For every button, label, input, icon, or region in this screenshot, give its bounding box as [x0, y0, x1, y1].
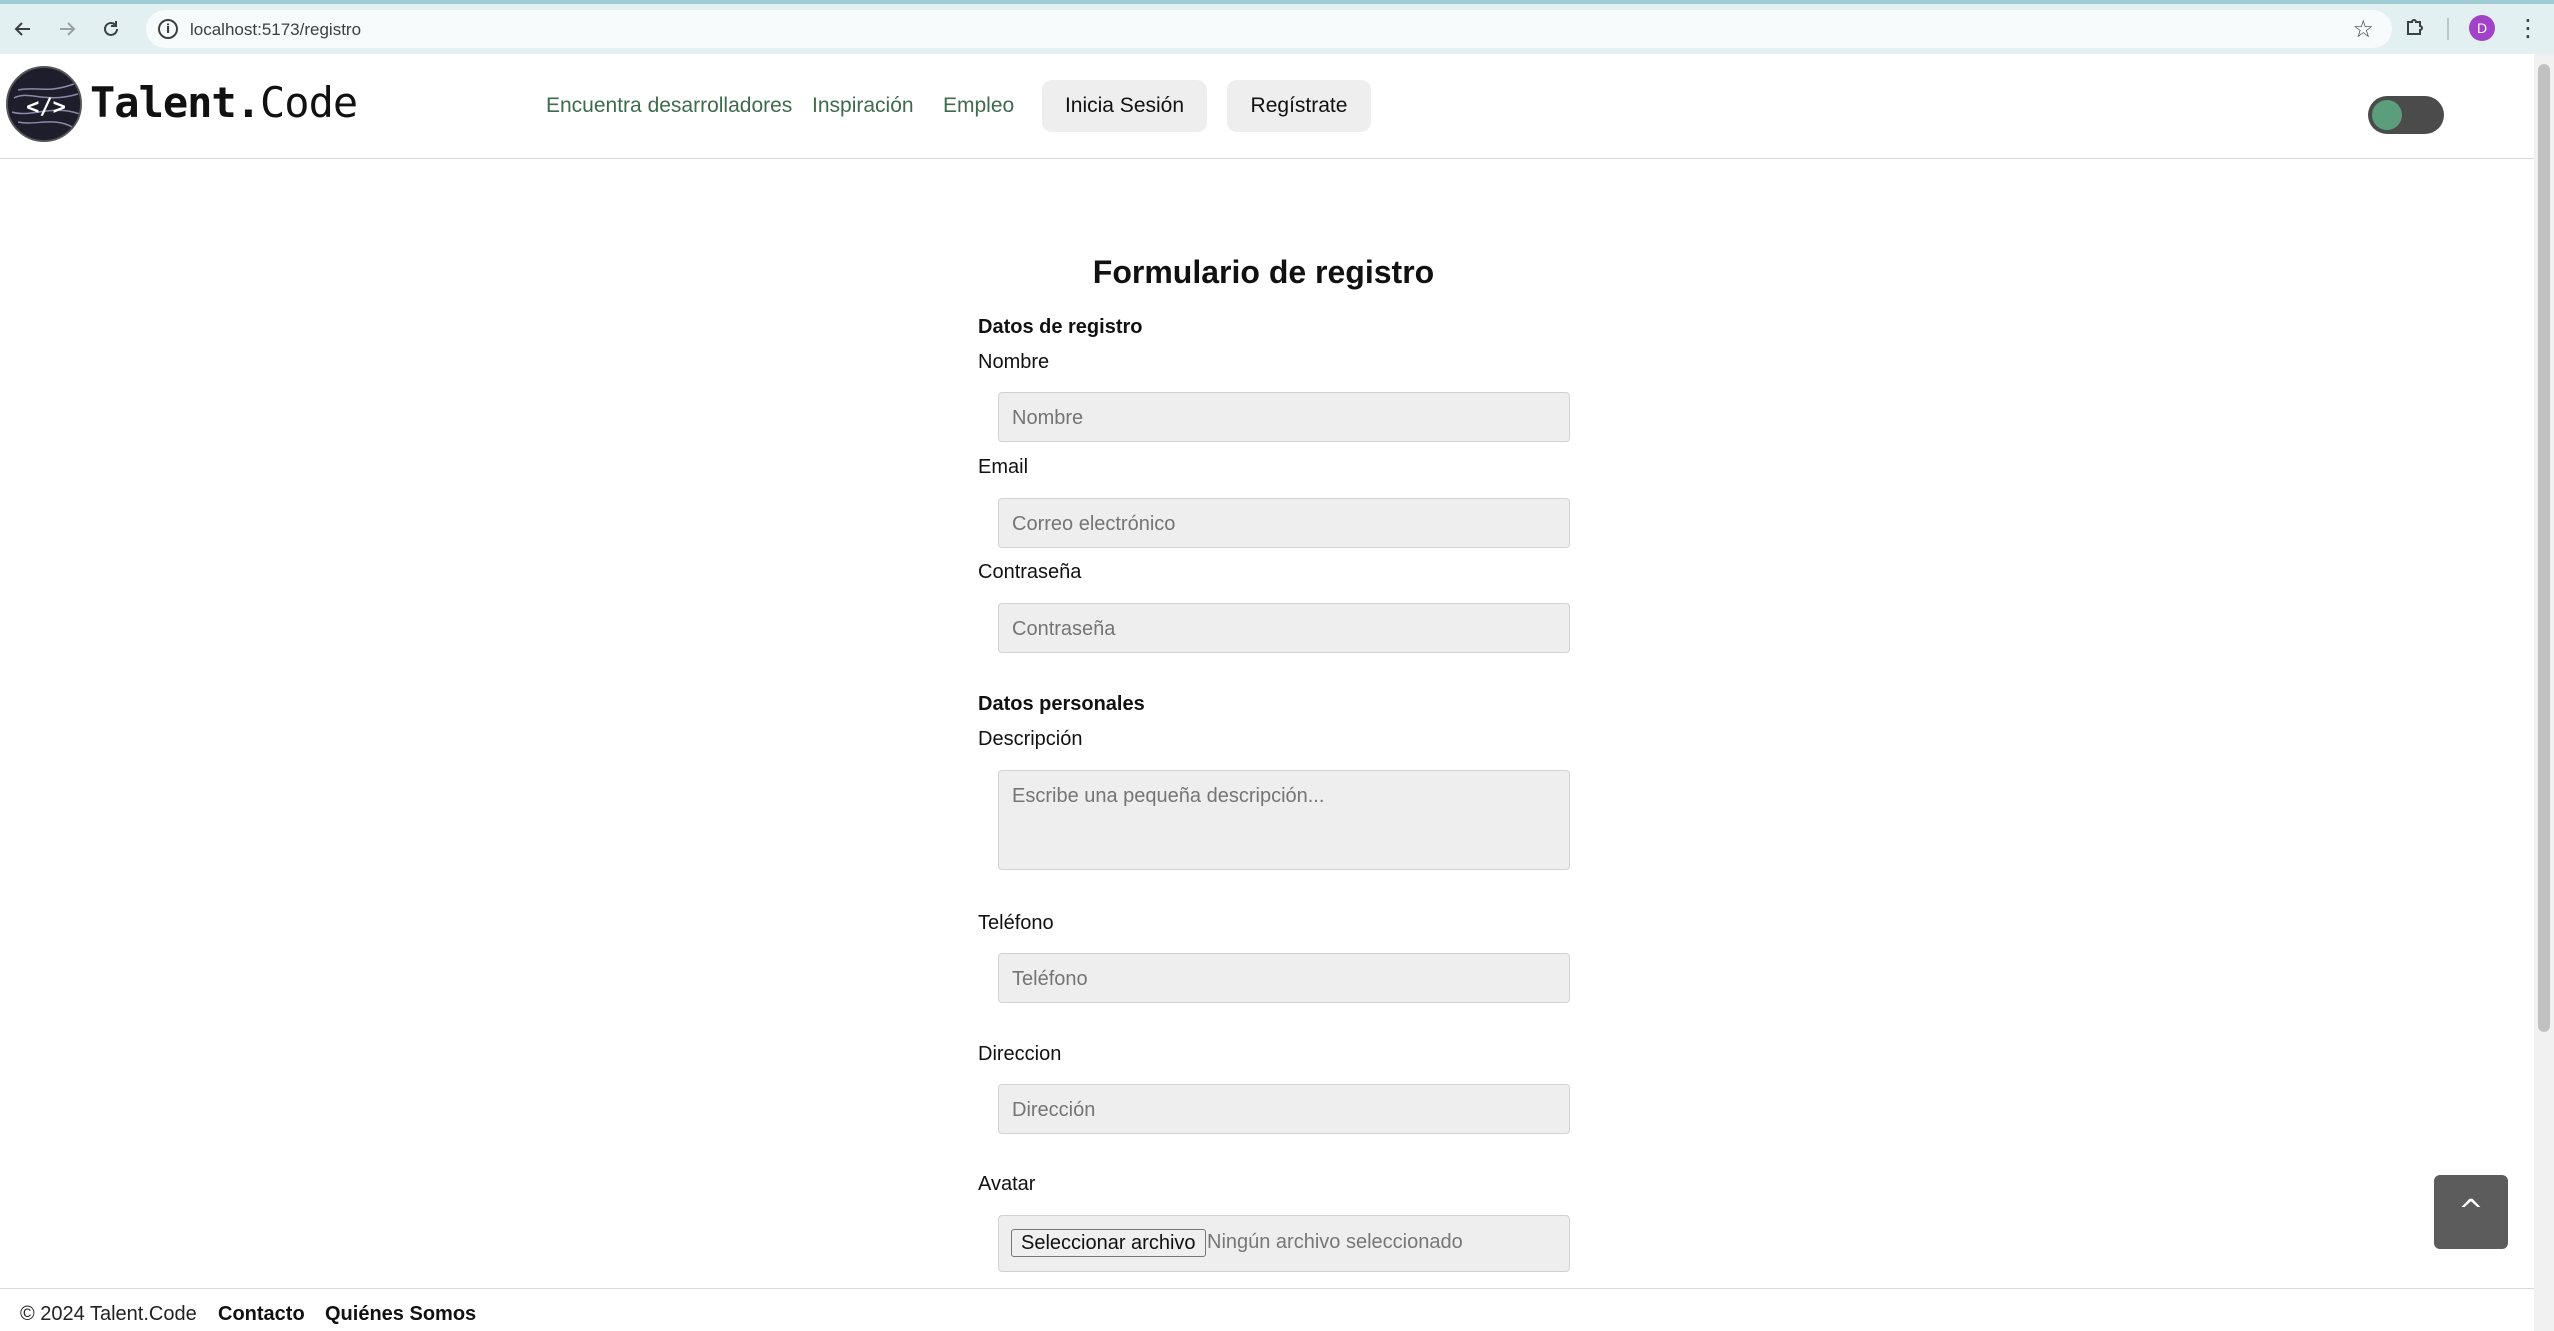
direccion-input[interactable]: Dirección	[998, 1084, 1570, 1134]
back-to-top-button[interactable]: ^	[2434, 1175, 2508, 1249]
page-title: Formulario de registro	[1092, 254, 1435, 290]
address-bar[interactable]: i localhost:5173/registro ☆	[146, 10, 2392, 48]
password-label: Contraseña	[978, 561, 1082, 583]
avatar-label: Avatar	[978, 1173, 1036, 1195]
theme-toggle[interactable]	[2368, 96, 2444, 134]
avatar-file-input: Seleccionar archivo Ningún archivo selec…	[998, 1215, 1570, 1272]
browser-toolbar: i localhost:5173/registro ☆ D ⋮	[0, 0, 2554, 54]
site-footer: © 2024 Talent.Code Contacto Quiénes Somo…	[0, 1288, 2534, 1331]
extensions-puzzle-icon[interactable]	[2404, 15, 2428, 39]
bookmark-star-icon[interactable]: ☆	[2352, 15, 2374, 43]
nav-jobs[interactable]: Empleo	[943, 94, 1014, 118]
email-label: Email	[978, 456, 1029, 478]
scrollbar-thumb[interactable]	[2538, 64, 2550, 1032]
password-input[interactable]: Contraseña	[998, 603, 1570, 653]
nav-inspiration[interactable]: Inspiración	[812, 94, 914, 118]
nombre-input[interactable]: Nombre	[998, 392, 1570, 442]
descripcion-textarea[interactable]: Escribe una pequeña descripción...	[998, 770, 1570, 870]
toolbar-divider	[2447, 18, 2449, 40]
brand-logo-text[interactable]: Talent.Code	[90, 78, 358, 127]
logo-icon[interactable]: </>	[6, 66, 82, 142]
copyright-text: © 2024 Talent.Code	[20, 1303, 197, 1325]
back-arrow-icon[interactable]	[8, 14, 38, 44]
direccion-label: Direccion	[978, 1043, 1062, 1065]
nav-find-developers[interactable]: Encuentra desarrolladores	[546, 94, 792, 118]
forward-arrow-icon[interactable]	[52, 14, 82, 44]
file-status-text: Ningún archivo seleccionado	[1207, 1231, 1463, 1253]
nombre-label: Nombre	[978, 351, 1050, 373]
telefono-input[interactable]: Teléfono	[998, 953, 1570, 1003]
svg-text:</>: </>	[26, 95, 66, 120]
telefono-label: Teléfono	[978, 912, 1054, 934]
section-title-registro: Datos de registro	[978, 316, 1143, 338]
kebab-menu-icon[interactable]: ⋮	[2516, 14, 2540, 44]
email-input[interactable]: Correo electrónico	[998, 498, 1570, 548]
footer-link-contacto[interactable]: Contacto	[218, 1303, 305, 1326]
site-header: </> Talent.Code Encuentra desarrolladore…	[0, 54, 2534, 159]
url-text[interactable]: localhost:5173/registro	[190, 20, 361, 40]
site-info-icon[interactable]: i	[158, 19, 178, 39]
toggle-knob	[2372, 100, 2402, 130]
login-button[interactable]: Inicia Sesión	[1042, 80, 1207, 132]
reload-icon[interactable]	[96, 14, 126, 44]
register-button[interactable]: Regístrate	[1227, 80, 1371, 132]
select-file-button[interactable]: Seleccionar archivo	[1011, 1229, 1206, 1257]
descripcion-label: Descripción	[978, 728, 1083, 750]
section-title-personales: Datos personales	[978, 693, 1145, 715]
profile-avatar[interactable]: D	[2469, 15, 2495, 41]
page-scrollbar[interactable]	[2534, 54, 2554, 1331]
footer-link-quienes-somos[interactable]: Quiénes Somos	[325, 1303, 476, 1326]
